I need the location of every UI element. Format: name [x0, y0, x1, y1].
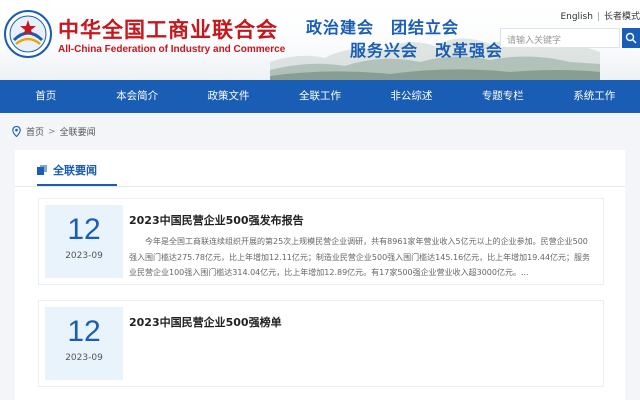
nav-item-policy[interactable]: 政策文件 — [183, 80, 274, 113]
news-year-month: 2023-09 — [65, 353, 103, 363]
search-icon — [625, 32, 637, 44]
nav-item-nonpublic[interactable]: 非公综述 — [366, 80, 457, 113]
news-item[interactable]: 12 2023-09 2023中国民营企业500强榜单 — [38, 300, 604, 387]
english-link[interactable]: English — [560, 12, 593, 22]
nav-item-about[interactable]: 本会简介 — [91, 80, 182, 113]
search-input[interactable]: 请输入关键字 — [500, 28, 620, 48]
news-year-month: 2023-09 — [65, 251, 103, 261]
news-day: 12 — [67, 315, 101, 348]
news-title[interactable]: 2023中国民营企业500强榜单 — [129, 314, 282, 330]
content-panel: 全联要闻 12 2023-09 2023中国民营企业500强发布报告 今年是全国… — [15, 150, 625, 400]
section-underline — [37, 184, 117, 186]
site-header: 中华全国工商业联合会 All-China Federation of Indus… — [0, 0, 640, 80]
nav-item-system[interactable]: 系统工作 — [549, 80, 640, 113]
news-date-box: 12 2023-09 — [45, 205, 123, 278]
news-item[interactable]: 12 2023-09 2023中国民营企业500强发布报告 今年是全国工商联连续… — [38, 198, 604, 285]
main-nav: 首页 本会简介 政策文件 全联工作 非公综述 专题专栏 系统工作 — [0, 80, 640, 113]
section-divider — [15, 186, 625, 187]
acfic-emblem-icon[interactable] — [4, 10, 52, 58]
breadcrumb-home[interactable]: 首页 — [26, 125, 44, 138]
section-square-icon — [37, 165, 47, 175]
section-title: 全联要闻 — [53, 164, 97, 177]
location-pin-icon — [12, 126, 21, 137]
slogan-line-1: 政治建会 团结立会 — [306, 18, 460, 37]
breadcrumb: 首页 > 全联要闻 — [12, 125, 96, 138]
org-name-english: All-China Federation of Industry and Com… — [58, 44, 286, 55]
top-link-separator: | — [596, 12, 600, 22]
breadcrumb-separator: > — [48, 126, 56, 137]
org-name-chinese: 中华全国工商业联合会 — [58, 18, 278, 42]
news-day: 12 — [67, 213, 101, 246]
nav-item-home[interactable]: 首页 — [0, 80, 91, 113]
news-summary: 今年是全国工商联连续组织开展的第25次上规模民营企业调研，共有8961家年营业收… — [129, 237, 591, 277]
search-button[interactable] — [622, 28, 640, 48]
section-header: 全联要闻 — [37, 162, 97, 178]
slogan-line-2: 服务兴会 改革强会 — [350, 41, 504, 60]
top-links: English | 长者模式 — [560, 9, 640, 22]
nav-item-work[interactable]: 全联工作 — [274, 80, 365, 113]
news-date-box: 12 2023-09 — [45, 307, 123, 380]
news-title[interactable]: 2023中国民营企业500强发布报告 — [129, 212, 304, 228]
elder-mode-link[interactable]: 长者模式 — [604, 12, 640, 22]
nav-item-topics[interactable]: 专题专栏 — [457, 80, 548, 113]
breadcrumb-current: 全联要闻 — [59, 128, 96, 138]
